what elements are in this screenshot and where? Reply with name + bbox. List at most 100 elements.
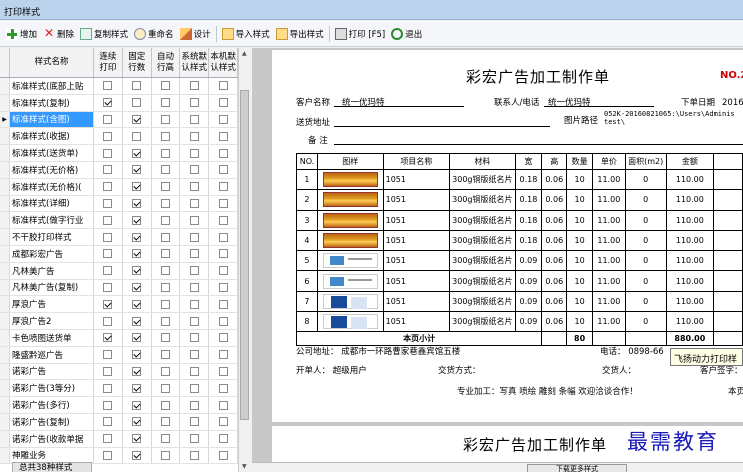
- style-name-cell[interactable]: 厚浪广告: [10, 296, 94, 313]
- fixed-rows-checkbox[interactable]: [132, 131, 142, 141]
- delete-button[interactable]: 删除: [40, 24, 77, 44]
- copy-style-button[interactable]: 复制样式: [77, 24, 131, 44]
- table-row[interactable]: 诺彩广告: [0, 363, 238, 381]
- fixed-rows-checkbox[interactable]: [132, 266, 142, 276]
- auto-row-height-checkbox[interactable]: [160, 366, 170, 376]
- style-name-cell[interactable]: 隆盛黔巡广告: [10, 346, 94, 363]
- auto-row-height-checkbox[interactable]: [160, 417, 170, 427]
- system-default-checkbox[interactable]: [189, 148, 199, 158]
- table-row[interactable]: 标准样式(复制): [0, 94, 238, 112]
- auto-row-height-checkbox[interactable]: [160, 148, 170, 158]
- table-row[interactable]: 标准样式(做字行业: [0, 212, 238, 230]
- continuous-print-checkbox[interactable]: [103, 417, 113, 427]
- local-default-checkbox[interactable]: [218, 316, 228, 326]
- fixed-rows-checkbox[interactable]: [132, 198, 142, 208]
- print-button[interactable]: 打印 [F5]: [332, 24, 389, 44]
- table-row[interactable]: 成都彩宏广告: [0, 245, 238, 263]
- system-default-checkbox[interactable]: [189, 215, 199, 225]
- table-row[interactable]: 卡色喷图送货单: [0, 329, 238, 347]
- continuous-print-checkbox[interactable]: [103, 450, 113, 460]
- fixed-rows-checkbox[interactable]: [132, 316, 142, 326]
- fixed-rows-checkbox[interactable]: [132, 215, 142, 225]
- table-row[interactable]: 厚浪广告2: [0, 313, 238, 330]
- continuous-print-checkbox[interactable]: [103, 81, 113, 91]
- local-default-checkbox[interactable]: [218, 215, 228, 225]
- fixed-rows-checkbox[interactable]: [132, 148, 142, 158]
- import-style-button[interactable]: 导入样式: [219, 24, 273, 44]
- exit-button[interactable]: 退出: [388, 24, 425, 44]
- style-name-cell[interactable]: 凡林美广告(复制): [10, 279, 94, 296]
- scroll-down-icon[interactable]: ▼: [242, 463, 247, 470]
- fixed-rows-checkbox[interactable]: [132, 98, 142, 108]
- continuous-print-checkbox[interactable]: [103, 333, 113, 343]
- style-name-cell[interactable]: 成都彩宏广告: [10, 245, 94, 262]
- continuous-print-checkbox[interactable]: [103, 198, 113, 208]
- continuous-print-checkbox[interactable]: [103, 299, 113, 309]
- scroll-up-icon[interactable]: ▲: [242, 50, 247, 57]
- system-default-checkbox[interactable]: [189, 350, 199, 360]
- fixed-rows-checkbox[interactable]: [132, 249, 142, 259]
- local-default-checkbox[interactable]: [218, 81, 228, 91]
- local-default-checkbox[interactable]: [218, 165, 228, 175]
- table-row[interactable]: 标准样式(送货单): [0, 145, 238, 162]
- download-more-styles-button[interactable]: 下载更多样式: [527, 464, 627, 472]
- auto-row-height-checkbox[interactable]: [160, 316, 170, 326]
- fixed-rows-checkbox[interactable]: [132, 400, 142, 410]
- table-row[interactable]: ▶ 标准样式(含图): [0, 111, 238, 129]
- style-name-cell[interactable]: 标准样式(复制): [10, 94, 94, 111]
- continuous-print-checkbox[interactable]: [103, 114, 113, 124]
- continuous-print-checkbox[interactable]: [103, 282, 113, 292]
- local-default-checkbox[interactable]: [218, 232, 228, 242]
- system-default-checkbox[interactable]: [189, 333, 199, 343]
- fixed-rows-checkbox[interactable]: [132, 81, 142, 91]
- local-default-checkbox[interactable]: [218, 198, 228, 208]
- continuous-print-checkbox[interactable]: [103, 366, 113, 376]
- local-default-checkbox[interactable]: [218, 350, 228, 360]
- auto-row-height-checkbox[interactable]: [160, 282, 170, 292]
- fixed-rows-checkbox[interactable]: [132, 434, 142, 444]
- auto-row-height-checkbox[interactable]: [160, 249, 170, 259]
- style-name-cell[interactable]: 诺彩广告(多行): [10, 397, 94, 413]
- continuous-print-checkbox[interactable]: [103, 350, 113, 360]
- preview-horizontal-scrollbar[interactable]: 下载更多样式: [252, 462, 743, 472]
- style-name-cell[interactable]: 标准样式(无价格): [10, 161, 94, 178]
- auto-row-height-checkbox[interactable]: [160, 333, 170, 343]
- system-default-checkbox[interactable]: [189, 316, 199, 326]
- style-name-cell[interactable]: 卡色喷图送货单: [10, 329, 94, 346]
- local-default-checkbox[interactable]: [218, 266, 228, 276]
- style-name-cell[interactable]: 标准样式(底部上贴: [10, 78, 94, 94]
- table-row[interactable]: 标准样式(无价格)(: [0, 178, 238, 196]
- continuous-print-checkbox[interactable]: [103, 215, 113, 225]
- fixed-rows-checkbox[interactable]: [132, 450, 142, 460]
- column-header-continuous-print[interactable]: 连续 打印: [94, 48, 123, 77]
- local-default-checkbox[interactable]: [218, 366, 228, 376]
- system-default-checkbox[interactable]: [189, 131, 199, 141]
- auto-row-height-checkbox[interactable]: [160, 232, 170, 242]
- column-header-fixed-rows[interactable]: 固定 行数: [123, 48, 152, 77]
- system-default-checkbox[interactable]: [189, 98, 199, 108]
- rename-button[interactable]: 重命名: [131, 24, 177, 44]
- column-header-system-default[interactable]: 系统默 认样式: [180, 48, 210, 77]
- system-default-checkbox[interactable]: [189, 299, 199, 309]
- local-default-checkbox[interactable]: [218, 434, 228, 444]
- local-default-checkbox[interactable]: [218, 249, 228, 259]
- system-default-checkbox[interactable]: [189, 165, 199, 175]
- fixed-rows-checkbox[interactable]: [132, 114, 142, 124]
- system-default-checkbox[interactable]: [189, 366, 199, 376]
- system-default-checkbox[interactable]: [189, 81, 199, 91]
- continuous-print-checkbox[interactable]: [103, 148, 113, 158]
- local-default-checkbox[interactable]: [218, 450, 228, 460]
- auto-row-height-checkbox[interactable]: [160, 383, 170, 393]
- table-row[interactable]: 标准样式(收据): [0, 128, 238, 146]
- fixed-rows-checkbox[interactable]: [132, 232, 142, 242]
- local-default-checkbox[interactable]: [218, 182, 228, 192]
- fixed-rows-checkbox[interactable]: [132, 417, 142, 427]
- local-default-checkbox[interactable]: [218, 299, 228, 309]
- system-default-checkbox[interactable]: [189, 282, 199, 292]
- table-row[interactable]: 隆盛黔巡广告: [0, 346, 238, 364]
- continuous-print-checkbox[interactable]: [103, 165, 113, 175]
- style-list-scrollbar[interactable]: ▲ ▼: [238, 48, 250, 472]
- local-default-checkbox[interactable]: [218, 131, 228, 141]
- continuous-print-checkbox[interactable]: [103, 383, 113, 393]
- local-default-checkbox[interactable]: [218, 417, 228, 427]
